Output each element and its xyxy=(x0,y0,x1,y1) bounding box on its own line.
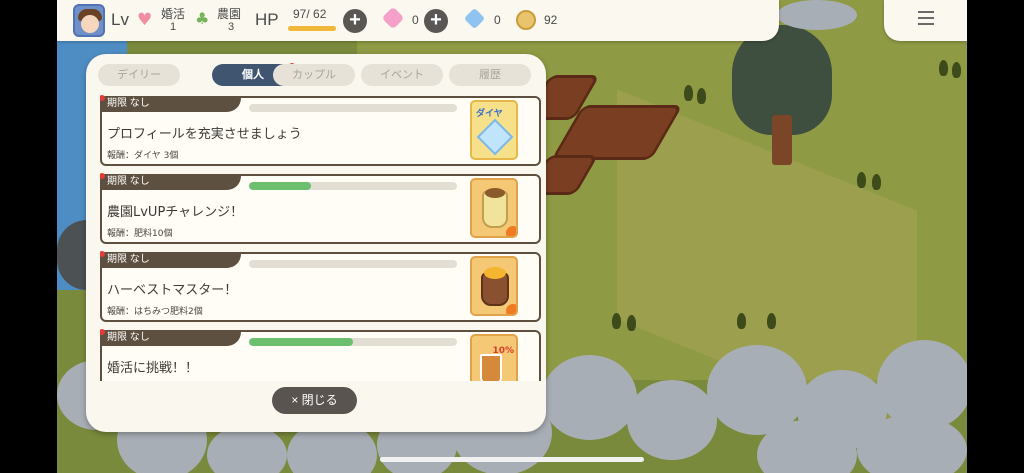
cloud xyxy=(542,355,637,440)
farm-label: 農園 xyxy=(217,7,242,21)
mission-title: 農園LvUPチャレンジ！ xyxy=(107,205,244,220)
mission-reward: 報酬：肥料10個 xyxy=(107,229,173,239)
diamond-label: ダイヤ xyxy=(476,109,503,119)
add-gem-button[interactable]: + xyxy=(424,9,448,33)
tab-event[interactable]: イベント xyxy=(361,64,443,86)
home-indicator[interactable] xyxy=(380,457,644,462)
reward-icon: ダイヤ xyxy=(470,100,518,160)
reward-icon xyxy=(470,256,518,316)
farm-count: 3 xyxy=(228,21,235,33)
deadline-ribbon: 期限 なし xyxy=(100,251,241,268)
marriage-count: 1 xyxy=(170,21,177,33)
mission-title: ハーベストマスター！ xyxy=(107,283,238,298)
sprout xyxy=(612,313,621,329)
sprout xyxy=(767,313,776,329)
diamond-icon xyxy=(463,7,486,30)
close-button[interactable]: × 閉じる xyxy=(272,387,357,414)
heart-icon: ♥ xyxy=(137,10,153,30)
coin-icon xyxy=(516,10,536,30)
sprout xyxy=(737,313,746,329)
mission-card[interactable]: 期限 なし プロフィールを充実させましょう 報酬：ダイヤ 3個 ダイヤ xyxy=(100,95,541,166)
sprout-icon: ♣ xyxy=(195,9,210,28)
hp-bar xyxy=(288,26,336,31)
level-label: Lv xyxy=(111,10,129,29)
mission-card[interactable]: 期限 なし ハーベストマスター！ 報酬：はちみつ肥料2個 xyxy=(100,251,541,322)
cloud xyxy=(207,425,287,473)
hp-value: 97/ 62 xyxy=(293,7,327,21)
progress-bar xyxy=(249,260,457,268)
mission-card[interactable]: 期限 なし 農園LvUPチャレンジ！ 報酬：肥料10個 xyxy=(100,173,541,244)
progress-bar xyxy=(249,338,457,346)
reward-icon xyxy=(470,178,518,238)
add-hp-button[interactable]: + xyxy=(343,9,367,33)
menu-button[interactable] xyxy=(884,0,967,41)
mission-title: プロフィールを充実させましょう xyxy=(107,127,302,142)
sprout xyxy=(697,88,706,104)
progress-bar xyxy=(249,104,457,112)
mission-list[interactable]: 期限 なし プロフィールを充実させましょう 報酬：ダイヤ 3個 ダイヤ 期限 な… xyxy=(100,94,542,381)
mission-reward: 報酬：ダイヤ 3個 xyxy=(107,151,179,161)
diamond-count: 0 xyxy=(494,13,501,27)
cloud xyxy=(857,415,967,473)
sprout xyxy=(627,315,636,331)
sprout xyxy=(684,85,693,101)
tab-history[interactable]: 履歴 xyxy=(449,64,531,86)
marriage-label: 婚活 xyxy=(161,7,186,21)
sprout xyxy=(872,174,881,190)
tree-trunk xyxy=(772,115,792,165)
pink-gem-icon xyxy=(381,6,405,30)
deadline-ribbon: 期限 なし xyxy=(100,173,241,190)
avatar[interactable] xyxy=(73,4,105,37)
pink-gem-count: 0 xyxy=(412,13,419,27)
hp-label: HP xyxy=(255,10,279,29)
hamburger-icon xyxy=(918,11,934,13)
tab-couple[interactable]: カップル xyxy=(273,64,355,86)
mission-reward: 報酬：はちみつ肥料2個 xyxy=(107,307,203,317)
drink-icon xyxy=(480,354,502,381)
reward-icon: 10% xyxy=(470,334,518,381)
cloud xyxy=(627,380,717,460)
tab-daily[interactable]: デイリー xyxy=(98,64,180,86)
top-status-bar: Lv ♥ 婚活 1 ♣ 農園 3 HP 97/ 62 + 0 + 0 92 xyxy=(57,0,779,41)
mission-card[interactable]: 期限 なし 婚活に挑戦！！ 10% xyxy=(100,329,541,381)
sprout xyxy=(952,62,961,78)
mission-title: 婚活に挑戦！！ xyxy=(107,361,199,376)
diamond-icon xyxy=(476,118,514,156)
progress-bar xyxy=(249,182,457,190)
deadline-ribbon: 期限 なし xyxy=(100,329,241,346)
coin-count: 92 xyxy=(544,13,558,27)
cloud xyxy=(777,0,857,30)
deadline-ribbon: 期限 なし xyxy=(100,95,241,112)
sprout xyxy=(857,172,866,188)
sprout xyxy=(939,60,948,76)
mission-panel: デイリー 個人 カップル イベント 履歴 期限 なし プロフィールを充実させまし… xyxy=(86,54,546,432)
